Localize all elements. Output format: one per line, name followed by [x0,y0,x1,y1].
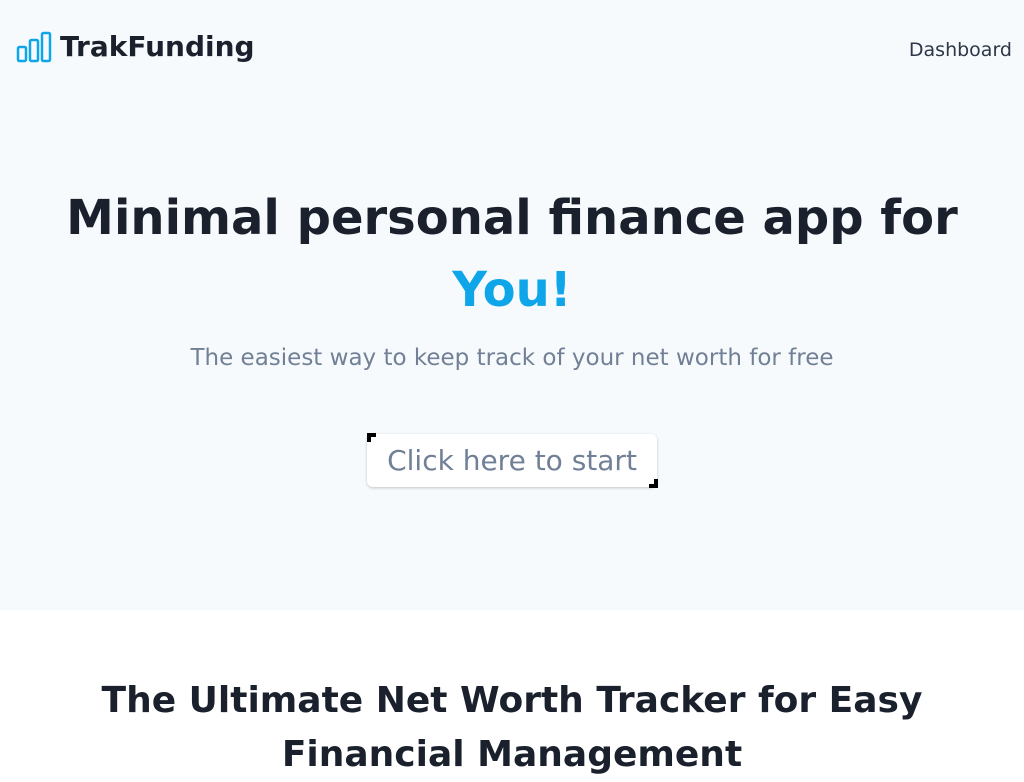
bar-chart-icon [16,31,52,63]
hero-headline: Minimal personal finance app for You! [0,182,1024,326]
brand-name: TrakFunding [60,30,255,63]
start-button[interactable]: Click here to start [367,434,657,487]
focus-corner-marker [367,433,376,442]
hero-subline: The easiest way to keep track of your ne… [190,345,834,371]
features-section-title: The Ultimate Net Worth Tracker for Easy … [101,680,923,775]
brand-logo[interactable]: TrakFunding [16,30,255,64]
hero-headline-main: Minimal personal finance app for [66,190,958,246]
focus-corner-marker [649,479,658,488]
hero-headline-accent: You! [452,262,572,318]
hero-section: TrakFunding Dashboard Minimal personal f… [0,0,1024,610]
nav-dashboard-link[interactable]: Dashboard [909,38,1012,62]
